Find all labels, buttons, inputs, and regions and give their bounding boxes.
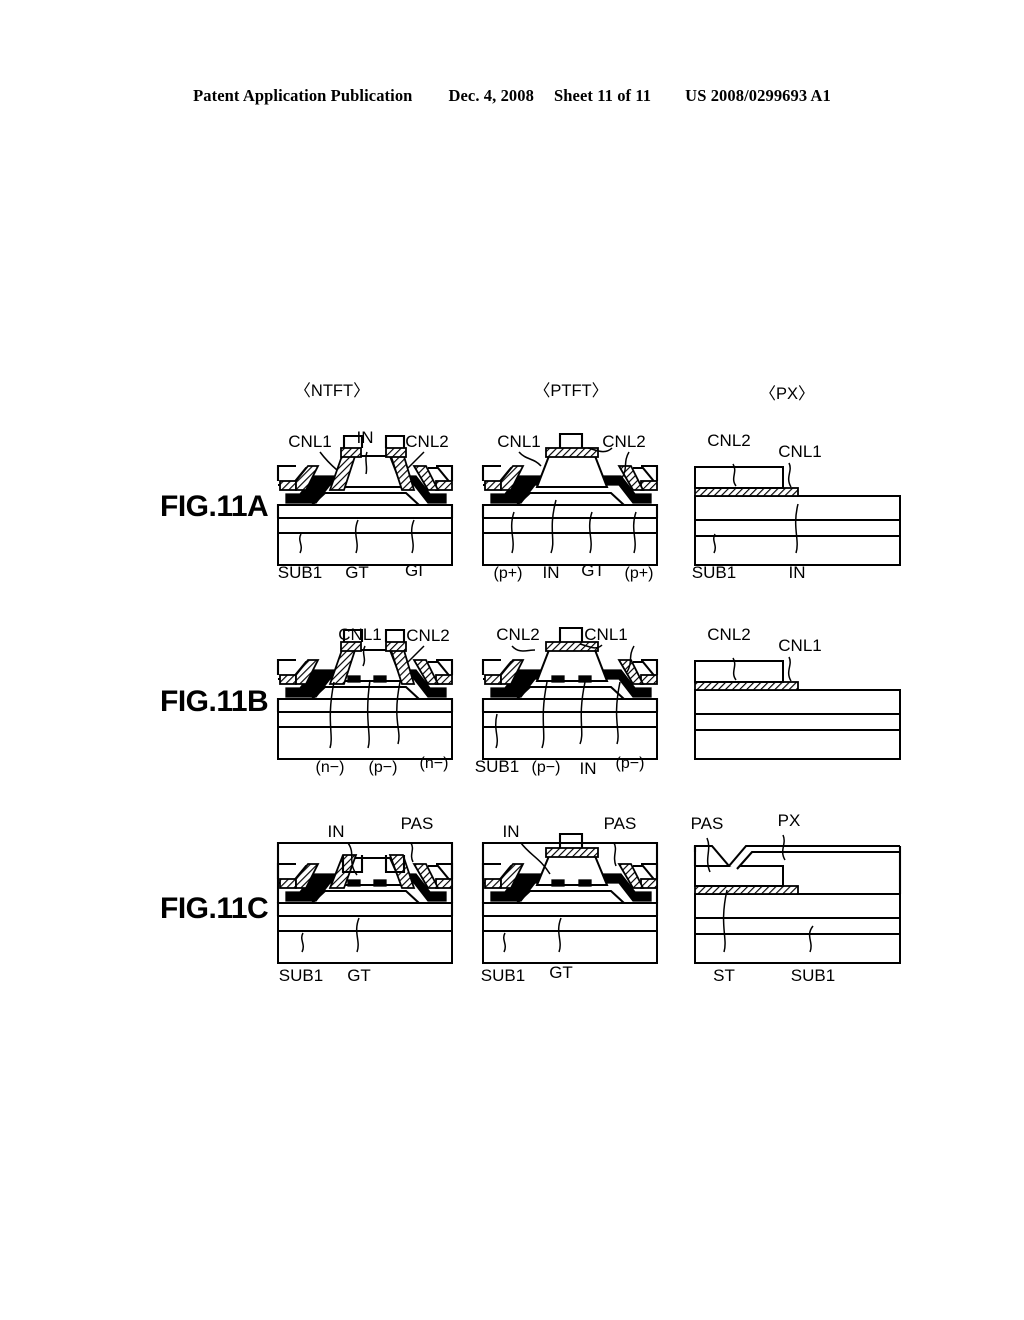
label-a-ptft-cnl1: CNL1 — [497, 432, 540, 451]
panel-b-px — [694, 656, 901, 760]
label-a-ntft-cnl2: CNL2 — [405, 432, 448, 451]
label-a-px-cnl1: CNL1 — [778, 442, 821, 461]
label-a-px-sub1: SUB1 — [692, 563, 736, 582]
column-header-ptft: 〈PTFT〉 — [534, 381, 608, 400]
panel-a-ntft — [276, 434, 454, 567]
patent-sheet: Patent Application Publication Dec. 4, 2… — [0, 0, 1024, 1320]
panel-a-px — [694, 462, 901, 566]
figure-label-11a: FIG.11A — [160, 490, 268, 523]
label-b-ntft-nminus-right: (n−) — [420, 755, 449, 772]
label-c-ptft-sub1: SUB1 — [481, 966, 525, 985]
label-c-px-st: ST — [713, 966, 735, 985]
label-b-ntft-cnl1: CNL1 — [338, 625, 381, 644]
panel-c-ptft — [481, 832, 659, 965]
label-a-ntft-sub1: SUB1 — [278, 563, 322, 582]
label-c-ptft-in: IN — [503, 822, 520, 841]
label-b-ntft-nminus-left: (n−) — [316, 759, 345, 776]
label-b-ptft-cnl1: CNL1 — [584, 625, 627, 644]
label-c-px-px: PX — [778, 811, 801, 830]
panel-c-ntft — [276, 841, 454, 965]
panel-c-px — [693, 834, 902, 964]
label-b-ntft-pminus: (p−) — [369, 759, 398, 776]
label-b-ptft-in: IN — [580, 759, 597, 778]
figure-svg: 〈NTFT〉 〈PTFT〉 〈PX〉 FIG.11A CNL1 IN CNL2 … — [160, 381, 902, 985]
label-c-ntft-pas: PAS — [401, 814, 434, 833]
label-c-ptft-pas: PAS — [604, 814, 637, 833]
label-b-ptft-pminus-right: (p−) — [616, 755, 645, 772]
label-a-ntft-gt: GT — [345, 563, 369, 582]
label-c-ntft-gt: GT — [347, 966, 371, 985]
label-c-ptft-gt: GT — [549, 963, 573, 982]
label-a-ntft-in: IN — [357, 428, 374, 447]
label-c-ntft-sub1: SUB1 — [279, 966, 323, 985]
figure-label-11b: FIG.11B — [160, 685, 268, 718]
label-a-ptft-pplus-left: (p+) — [494, 565, 523, 582]
label-a-ptft-in: IN — [543, 563, 560, 582]
label-c-px-sub1: SUB1 — [791, 966, 835, 985]
label-b-ptft-sub1: SUB1 — [475, 757, 519, 776]
panel-b-ptft — [481, 626, 659, 761]
label-c-ntft-in: IN — [328, 822, 345, 841]
label-b-ptft-pminus-left: (p−) — [532, 759, 561, 776]
label-b-ntft-cnl2: CNL2 — [406, 626, 449, 645]
label-a-ptft-pplus-right: (p+) — [625, 565, 654, 582]
label-b-px-cnl1: CNL1 — [778, 636, 821, 655]
figure-label-11c: FIG.11C — [160, 892, 268, 925]
panel-b-ntft — [276, 628, 454, 761]
label-a-ptft-gt: GT — [581, 561, 605, 580]
label-a-ptft-cnl2: CNL2 — [602, 432, 645, 451]
label-b-ptft-cnl2: CNL2 — [496, 625, 539, 644]
label-b-px-cnl2: CNL2 — [707, 625, 750, 644]
label-a-ntft-cnl1: CNL1 — [288, 432, 331, 451]
panel-a-ptft — [481, 432, 659, 567]
label-c-px-pas: PAS — [691, 814, 724, 833]
label-a-ntft-gi: GI — [405, 561, 423, 580]
column-header-px: 〈PX〉 — [759, 384, 814, 403]
figure-area: 〈NTFT〉 〈PTFT〉 〈PX〉 FIG.11A CNL1 IN CNL2 … — [0, 0, 1024, 1320]
label-a-px-in: IN — [789, 563, 806, 582]
label-a-px-cnl2: CNL2 — [707, 431, 750, 450]
column-header-ntft: 〈NTFT〉 — [294, 381, 369, 400]
